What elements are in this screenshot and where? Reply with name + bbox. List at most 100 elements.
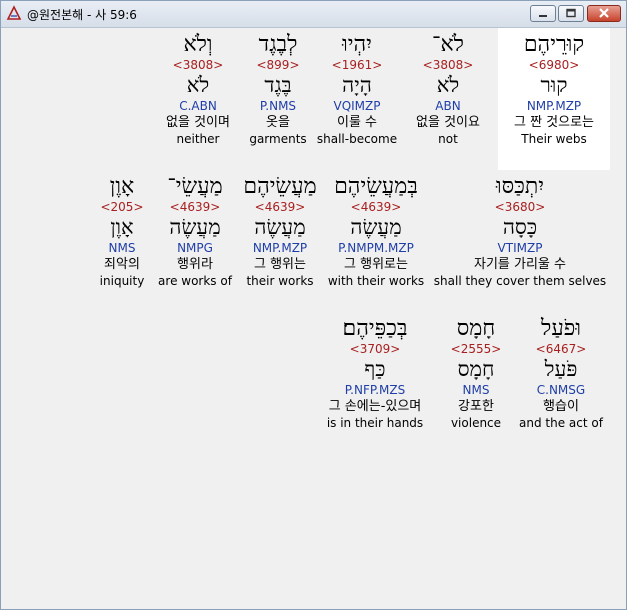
korean-gloss: 없을 것이며 — [166, 115, 230, 130]
minimize-button[interactable] — [530, 5, 556, 22]
korean-gloss: 이룰 수 — [336, 115, 377, 130]
english-gloss: iniquity — [99, 274, 145, 288]
word-gloss[interactable]: מַעֲשֵׂי־ <4639> מַעֲשֶׂה NMPG 행위라 are w… — [152, 174, 238, 289]
lemma: כָּסָה — [502, 215, 538, 239]
hebrew-word: וְלֹא — [183, 32, 213, 57]
close-icon — [599, 8, 609, 18]
korean-gloss: 죄악의 — [104, 257, 140, 272]
hebrew-word: אָוֶן — [109, 174, 135, 199]
hebrew-word: וּפֹעַל — [541, 316, 581, 341]
morphology: P.NMS — [259, 99, 297, 113]
strong-number: <205> — [100, 200, 144, 214]
strong-number: <3680> — [494, 200, 546, 214]
morphology: P.NMPM.MZP — [338, 241, 414, 255]
morphology: C.NMSG — [536, 383, 586, 397]
word-gloss[interactable]: חָמָס <2555> חָמָס NMS 강포한 violence — [438, 316, 514, 431]
english-gloss: with their works — [327, 274, 425, 288]
english-gloss: not — [438, 132, 458, 146]
app-icon — [6, 5, 22, 21]
hebrew-word: בְּכַפֵּיהֶם׃ — [342, 316, 408, 341]
lemma: לֹא — [436, 73, 460, 97]
morphology: NMP.MZP — [252, 241, 308, 255]
morphology: ABN — [435, 99, 461, 113]
word-gloss[interactable]: מַעֲשֵׂיהֶם <4639> מַעֲשֶׂה NMP.MZP 그 행위… — [238, 174, 322, 289]
strong-number: <6980> — [528, 58, 580, 72]
word-gloss[interactable]: בְּמַעֲשֵׂיהֶם <4639> מַעֲשֶׂה P.NMPM.MZ… — [322, 174, 430, 289]
korean-gloss: 행위라 — [177, 257, 213, 272]
korean-gloss: 그 행위로는 — [344, 257, 408, 272]
hebrew-word: מַעֲשֵׂיהֶם — [243, 174, 317, 199]
close-button[interactable] — [587, 5, 621, 22]
strong-number: <899> — [256, 58, 300, 72]
morphology: NMPG — [177, 241, 213, 255]
lemma: כַּף — [364, 357, 386, 381]
title-bar[interactable]: @원전본해 - 사 59:6 — [1, 1, 626, 28]
lemma: פֹּעַל — [544, 357, 578, 381]
morphology: VTIMZP — [497, 241, 543, 255]
hebrew-word: בְּמַעֲשֵׂיהֶם — [334, 174, 418, 199]
word-gloss[interactable]: וְלֹא <3808> לֹא C.ABN 없을 것이며 neither — [154, 32, 242, 147]
word-gloss[interactable]: וּפֹעַל <6467> פֹּעַל C.NMSG 행습이 and the… — [512, 316, 610, 431]
word-gloss[interactable]: לֹא־ <3808> לֹא ABN 없을 것이요 not — [398, 32, 498, 147]
morphology: NMS — [462, 383, 490, 397]
morphology: P.NFP.MZS — [344, 383, 406, 397]
window-title: @원전본해 - 사 59:6 — [27, 8, 137, 22]
word-gloss[interactable]: לְבֶגֶד <899> בֶּגֶד P.NMS 옷을 garments — [242, 32, 314, 147]
korean-gloss: 자기를 가리울 수 — [474, 257, 566, 272]
hebrew-word: לְבֶגֶד — [258, 32, 298, 57]
minimize-icon — [539, 15, 547, 17]
strong-number: <4639> — [169, 200, 221, 214]
word-gloss[interactable]: קוּרֵיהֶם <6980> קוּר NMP.MZP 그 짠 것으로는 T… — [498, 28, 610, 170]
korean-gloss: 행습이 — [543, 399, 579, 414]
lemma: מַעֲשֶׂה — [350, 215, 402, 239]
korean-gloss: 그 손에는-있으며 — [328, 399, 422, 414]
word-gloss[interactable]: יִתְכַּסּוּ <3680> כָּסָה VTIMZP 자기를 가리울… — [432, 174, 608, 289]
strong-number: <3709> — [349, 342, 401, 356]
morphology: NMS — [108, 241, 136, 255]
english-gloss: are works of — [158, 274, 232, 288]
hebrew-word: מַעֲשֵׂי־ — [167, 174, 223, 199]
english-gloss: Their webs — [521, 132, 587, 146]
lemma: בֶּגֶד — [264, 73, 292, 97]
lemma: חָמָס — [457, 357, 495, 381]
korean-gloss: 그 행위는 — [254, 257, 306, 272]
strong-number: <6467> — [535, 342, 587, 356]
english-gloss: garments — [249, 132, 307, 146]
strong-number: <4639> — [350, 200, 402, 214]
morphology: NMP.MZP — [526, 99, 582, 113]
morphology: C.ABN — [179, 99, 217, 113]
strong-number: <3808> — [422, 58, 474, 72]
lemma: אָוֶן — [110, 215, 134, 239]
english-gloss: neither — [176, 132, 220, 146]
strong-number: <2555> — [450, 342, 502, 356]
interlinear-panel: קוּרֵיהֶם <6980> קוּר NMP.MZP 그 짠 것으로는 T… — [6, 28, 610, 604]
strong-number: <3808> — [172, 58, 224, 72]
lemma: מַעֲשֶׂה — [169, 215, 221, 239]
strong-number: <4639> — [254, 200, 306, 214]
korean-gloss: 없을 것이요 — [416, 115, 480, 130]
word-gloss[interactable]: אָוֶן <205> אָוֶן NMS 죄악의 iniquity — [92, 174, 152, 289]
korean-gloss: 그 짠 것으로는 — [513, 115, 595, 130]
english-gloss: is in their hands — [326, 416, 424, 430]
lemma: לֹא — [186, 73, 210, 97]
english-gloss: violence — [450, 416, 502, 430]
hebrew-word: קוּרֵיהֶם — [523, 32, 585, 57]
word-gloss[interactable]: בְּכַפֵּיהֶם׃ <3709> כַּף P.NFP.MZS 그 손에… — [312, 316, 438, 431]
korean-gloss: 옷을 — [266, 115, 290, 130]
word-gloss[interactable]: יִהְיוּ <1961> הָיָה VQIMZP 이룰 수 shall-b… — [314, 32, 400, 147]
lemma: הָיָה — [342, 73, 372, 97]
vertical-scrollbar[interactable] — [610, 28, 622, 604]
hebrew-word: חָמָס — [456, 316, 496, 341]
maximize-button[interactable] — [558, 5, 584, 22]
english-gloss: and the act of — [519, 416, 603, 430]
hebrew-word: יִהְיוּ — [342, 32, 372, 57]
lemma: קוּר — [540, 73, 568, 97]
english-gloss: shall-become — [316, 132, 398, 146]
app-window: @원전본해 - 사 59:6 קוּרֵיהֶם <6980> קוּר NMP… — [0, 0, 627, 610]
hebrew-word: יִתְכַּסּוּ — [495, 174, 545, 199]
english-gloss: shall they cover them selves — [433, 274, 607, 288]
korean-gloss: 강포한 — [458, 399, 494, 414]
strong-number: <1961> — [331, 58, 383, 72]
maximize-icon — [566, 8, 576, 18]
morphology: VQIMZP — [333, 99, 381, 113]
